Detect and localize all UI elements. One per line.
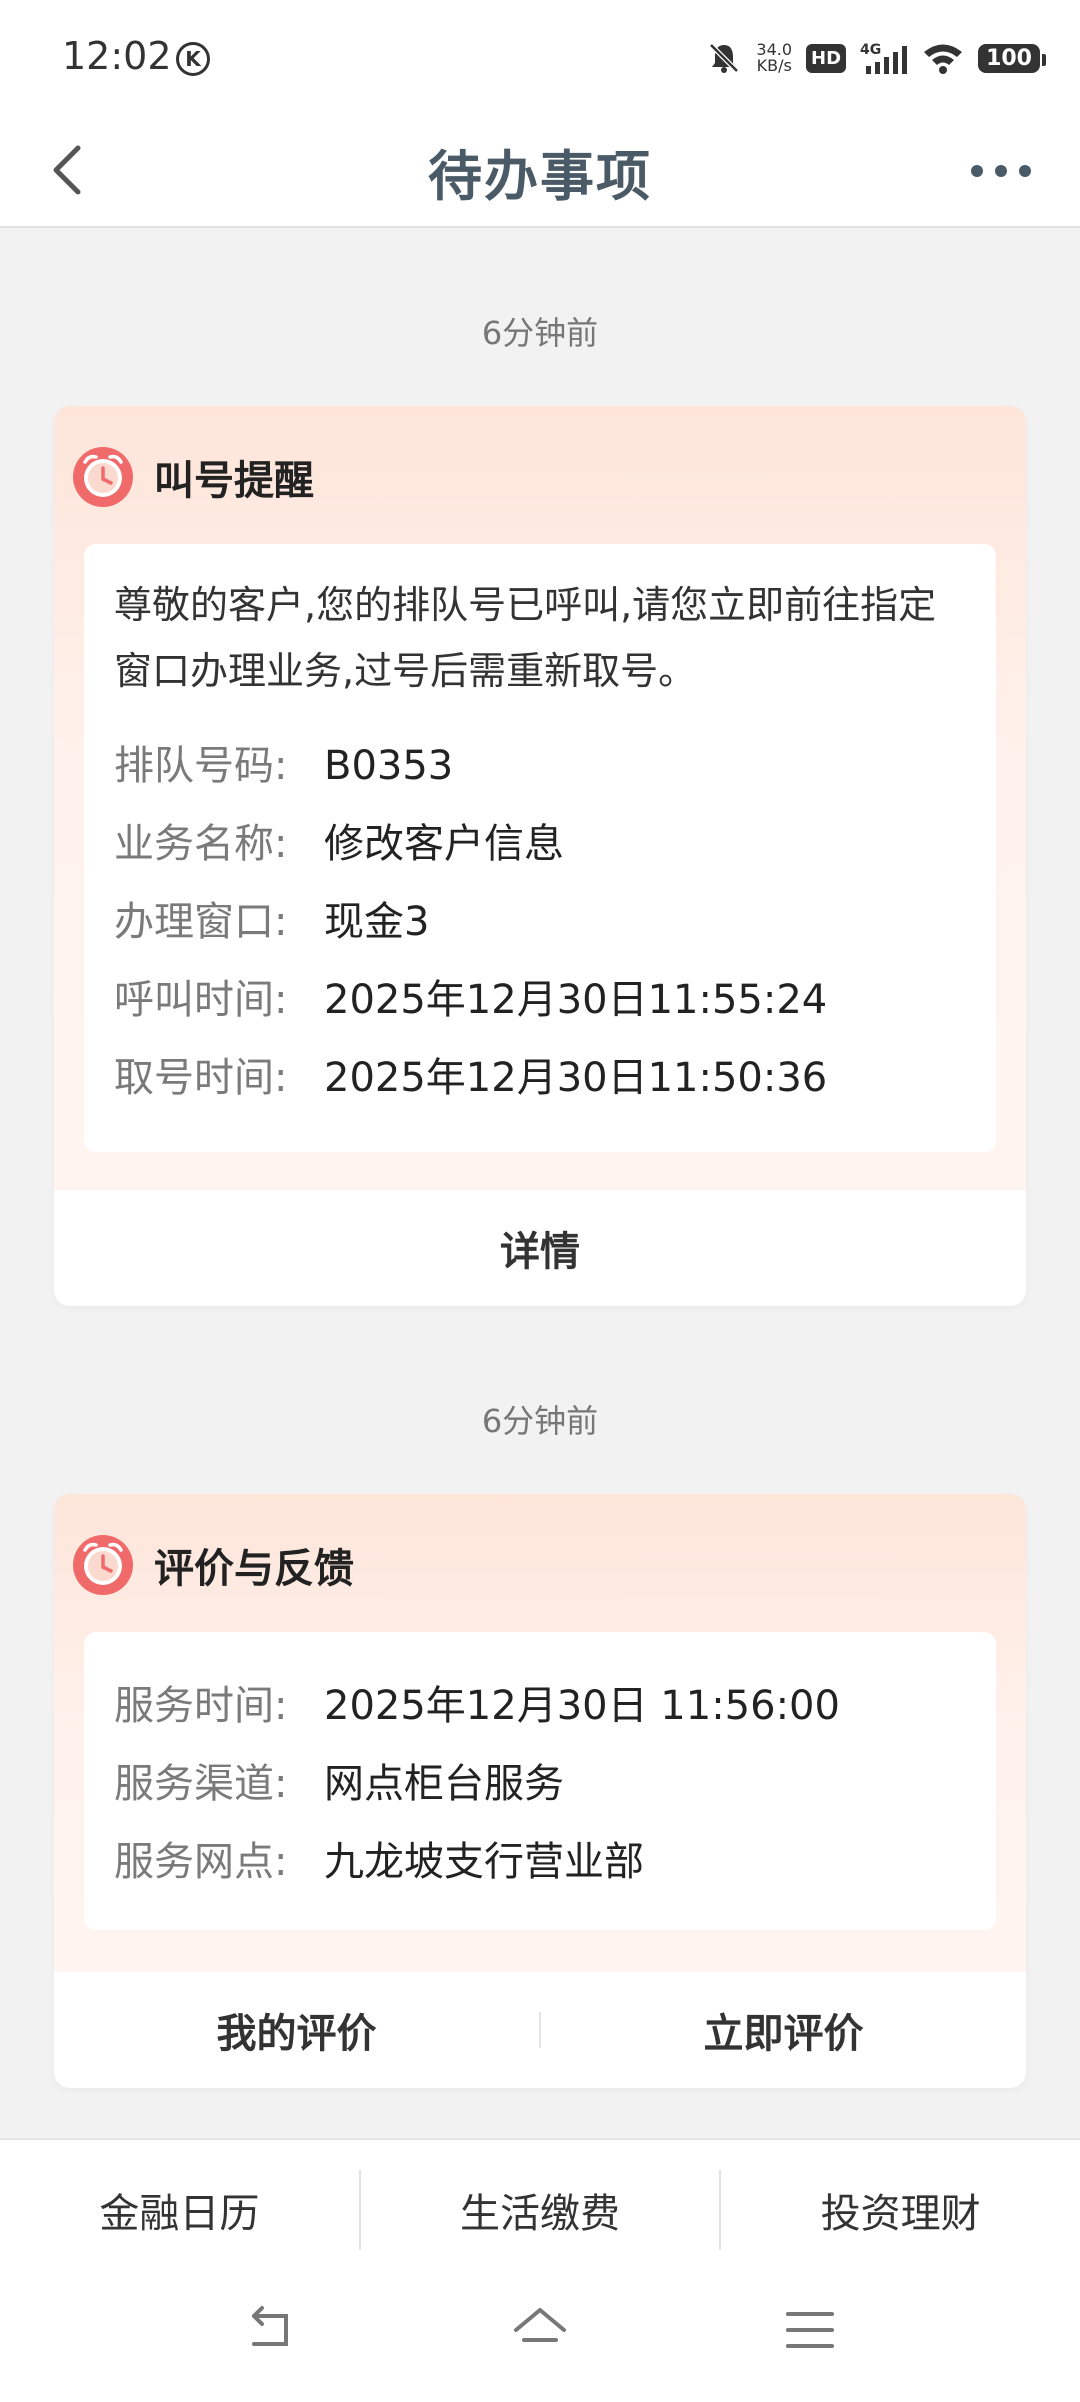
status-time: 12:02 (62, 34, 172, 78)
cell-signal-icon: 4G (860, 42, 908, 74)
nav-menu-icon[interactable] (780, 2300, 840, 2360)
wifi-icon (924, 44, 963, 74)
row-label: 呼叫时间: (114, 977, 288, 1023)
status-bar: 12:02 K 34.0 KB/s HD 4G 100 (0, 0, 1080, 118)
card-title: 评价与反馈 (154, 1546, 354, 1592)
reminder-message: 尊敬的客户,您的排队号已呼叫,请您立即前往指定窗口办理业务,过号后需重新取号。 (114, 583, 937, 693)
row-value: 九龙坡支行营业部 (324, 1839, 644, 1885)
alarm-clock-icon (73, 447, 133, 507)
row-label: 取号时间: (114, 1055, 288, 1101)
row-label: 服务渠道: (114, 1761, 288, 1807)
mute-bell-icon (709, 43, 740, 73)
card-header: 叫号提醒 (72, 446, 314, 508)
info-row-call-time: 呼叫时间: 2025年12月30日11:55:24 (114, 972, 827, 1028)
battery-indicator: 100 (978, 43, 1046, 73)
row-value: 2025年12月30日11:55:24 (324, 977, 828, 1023)
row-value: 2025年12月30日11:50:36 (324, 1055, 828, 1101)
row-label: 办理窗口: (114, 899, 288, 945)
nav-home-icon[interactable] (510, 2300, 570, 2360)
feedback-card: 评价与反馈 服务时间: 2025年12月30日 11:56:00 服务渠道: 网… (54, 1494, 1026, 2088)
network-type: 4G (860, 42, 881, 58)
row-label: 排队号码: (114, 743, 288, 789)
card-content: 尊敬的客户,您的排队号已呼叫,请您立即前往指定窗口办理业务,过号后需重新取号。 … (84, 544, 996, 1152)
card-footer: 详情 (54, 1190, 1026, 1306)
call-reminder-card: 叫号提醒 尊敬的客户,您的排队号已呼叫,请您立即前往指定窗口办理业务,过号后需重… (54, 406, 1026, 1306)
info-row-business-name: 业务名称: 修改客户信息 (114, 816, 564, 872)
bottom-bar: 金融日历 生活缴费 投资理财 (0, 2138, 1080, 2402)
row-value: 现金3 (324, 899, 430, 945)
card-content: 服务时间: 2025年12月30日 11:56:00 服务渠道: 网点柜台服务 … (84, 1632, 996, 1930)
header-bar: 待办事项 (0, 118, 1080, 228)
row-label: 服务时间: (114, 1683, 288, 1729)
my-review-button[interactable]: 我的评价 (54, 2001, 539, 2059)
row-value: B0353 (324, 743, 454, 789)
card-title: 叫号提醒 (154, 458, 314, 504)
status-icons: 34.0 KB/s HD 4G 100 (706, 36, 1046, 80)
tab-bill-payment[interactable]: 生活缴费 (361, 2181, 720, 2239)
card-footer: 我的评价 立即评价 (54, 1972, 1026, 2088)
row-value: 网点柜台服务 (324, 1761, 564, 1807)
info-row-queue-number: 排队号码: B0353 (114, 738, 453, 794)
hd-badge: HD (806, 43, 847, 73)
row-label: 服务网点: (114, 1839, 288, 1885)
page-title: 待办事项 (428, 145, 652, 208)
info-row-service-time: 服务时间: 2025年12月30日 11:56:00 (114, 1678, 840, 1734)
system-nav-bar (0, 2300, 1080, 2370)
info-row-service-branch: 服务网点: 九龙坡支行营业部 (114, 1834, 644, 1890)
info-row-ticket-time: 取号时间: 2025年12月30日11:50:36 (114, 1050, 827, 1106)
row-label: 业务名称: (114, 821, 288, 867)
info-row-window: 办理窗口: 现金3 (114, 894, 429, 950)
details-button[interactable]: 详情 (54, 1219, 1026, 1277)
info-row-service-channel: 服务渠道: 网点柜台服务 (114, 1756, 564, 1812)
card-header: 评价与反馈 (72, 1534, 354, 1596)
review-now-button[interactable]: 立即评价 (541, 2001, 1026, 2059)
tab-investment[interactable]: 投资理财 (721, 2181, 1080, 2239)
net-speed: 34.0 KB/s (756, 42, 792, 74)
more-options-icon[interactable] (968, 156, 1034, 186)
row-value: 修改客户信息 (324, 821, 564, 867)
alarm-clock-icon (73, 1535, 133, 1595)
nav-back-icon[interactable] (240, 2300, 300, 2360)
card-timestamp: 6分钟前 (481, 1402, 599, 1440)
card-timestamp: 6分钟前 (481, 314, 599, 352)
bottom-tab-menu: 金融日历 生活缴费 投资理财 (0, 2170, 1080, 2250)
net-speed-unit: KB/s (756, 56, 792, 75)
row-value: 2025年12月30日 11:56:00 (324, 1683, 840, 1729)
tab-financial-calendar[interactable]: 金融日历 (0, 2181, 359, 2239)
k-badge-icon: K (176, 42, 210, 76)
